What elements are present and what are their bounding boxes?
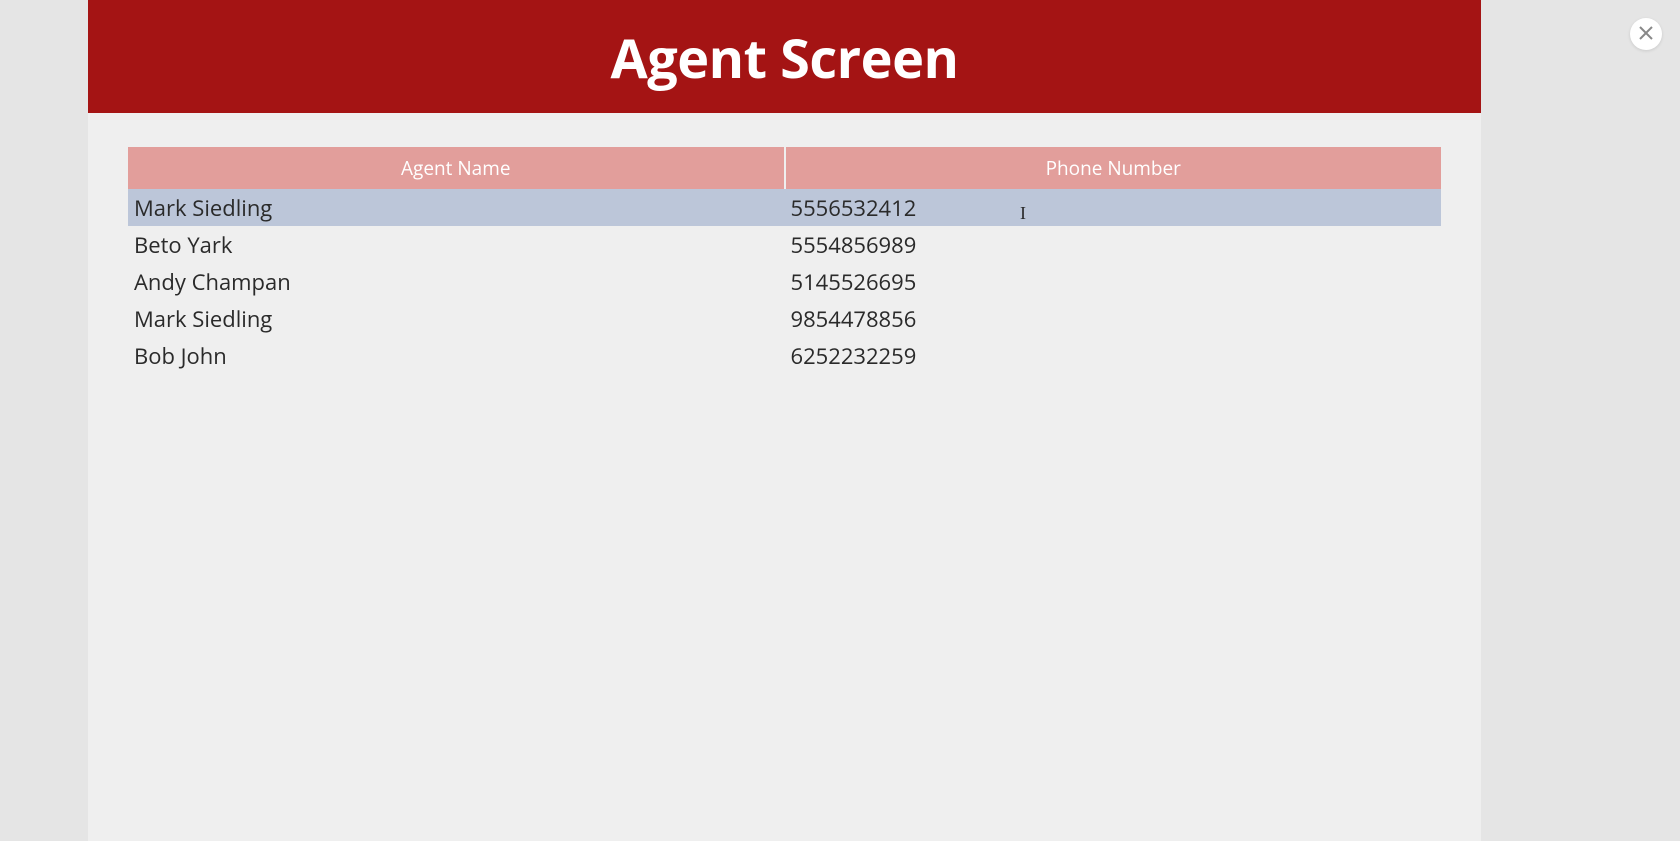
cell-agent-name[interactable]: Mark Siedling — [128, 189, 785, 226]
table-row[interactable]: Mark Siedling5556532412 — [128, 189, 1441, 226]
table-row[interactable]: Beto Yark5554856989 — [128, 226, 1441, 263]
cell-agent-name[interactable]: Mark Siedling — [128, 300, 785, 337]
table-row[interactable]: Bob John6252232259 — [128, 337, 1441, 374]
close-icon — [1639, 23, 1653, 45]
page-title: Agent Screen — [611, 20, 959, 94]
agent-table-body: Mark Siedling5556532412Beto Yark55548569… — [128, 189, 1441, 374]
cell-phone-number[interactable]: 5556532412 — [785, 189, 1442, 226]
close-button[interactable] — [1630, 18, 1662, 50]
table-header-row: Agent Name Phone Number — [128, 147, 1441, 189]
col-agent-name[interactable]: Agent Name — [128, 147, 785, 189]
app-container: Agent Screen Agent Name Phone Number Mar… — [88, 0, 1481, 841]
col-phone-number[interactable]: Phone Number — [785, 147, 1442, 189]
header-bar: Agent Screen — [88, 0, 1481, 113]
cell-phone-number[interactable]: 6252232259 — [785, 337, 1442, 374]
agent-table: Agent Name Phone Number Mark Siedling555… — [128, 147, 1441, 374]
cell-agent-name[interactable]: Andy Champan — [128, 263, 785, 300]
table-row[interactable]: Mark Siedling9854478856 — [128, 300, 1441, 337]
table-row[interactable]: Andy Champan5145526695 — [128, 263, 1441, 300]
cell-phone-number[interactable]: 5145526695 — [785, 263, 1442, 300]
table-wrap: Agent Name Phone Number Mark Siedling555… — [88, 113, 1481, 374]
cell-agent-name[interactable]: Beto Yark — [128, 226, 785, 263]
cell-phone-number[interactable]: 9854478856 — [785, 300, 1442, 337]
cell-agent-name[interactable]: Bob John — [128, 337, 785, 374]
cell-phone-number[interactable]: 5554856989 — [785, 226, 1442, 263]
